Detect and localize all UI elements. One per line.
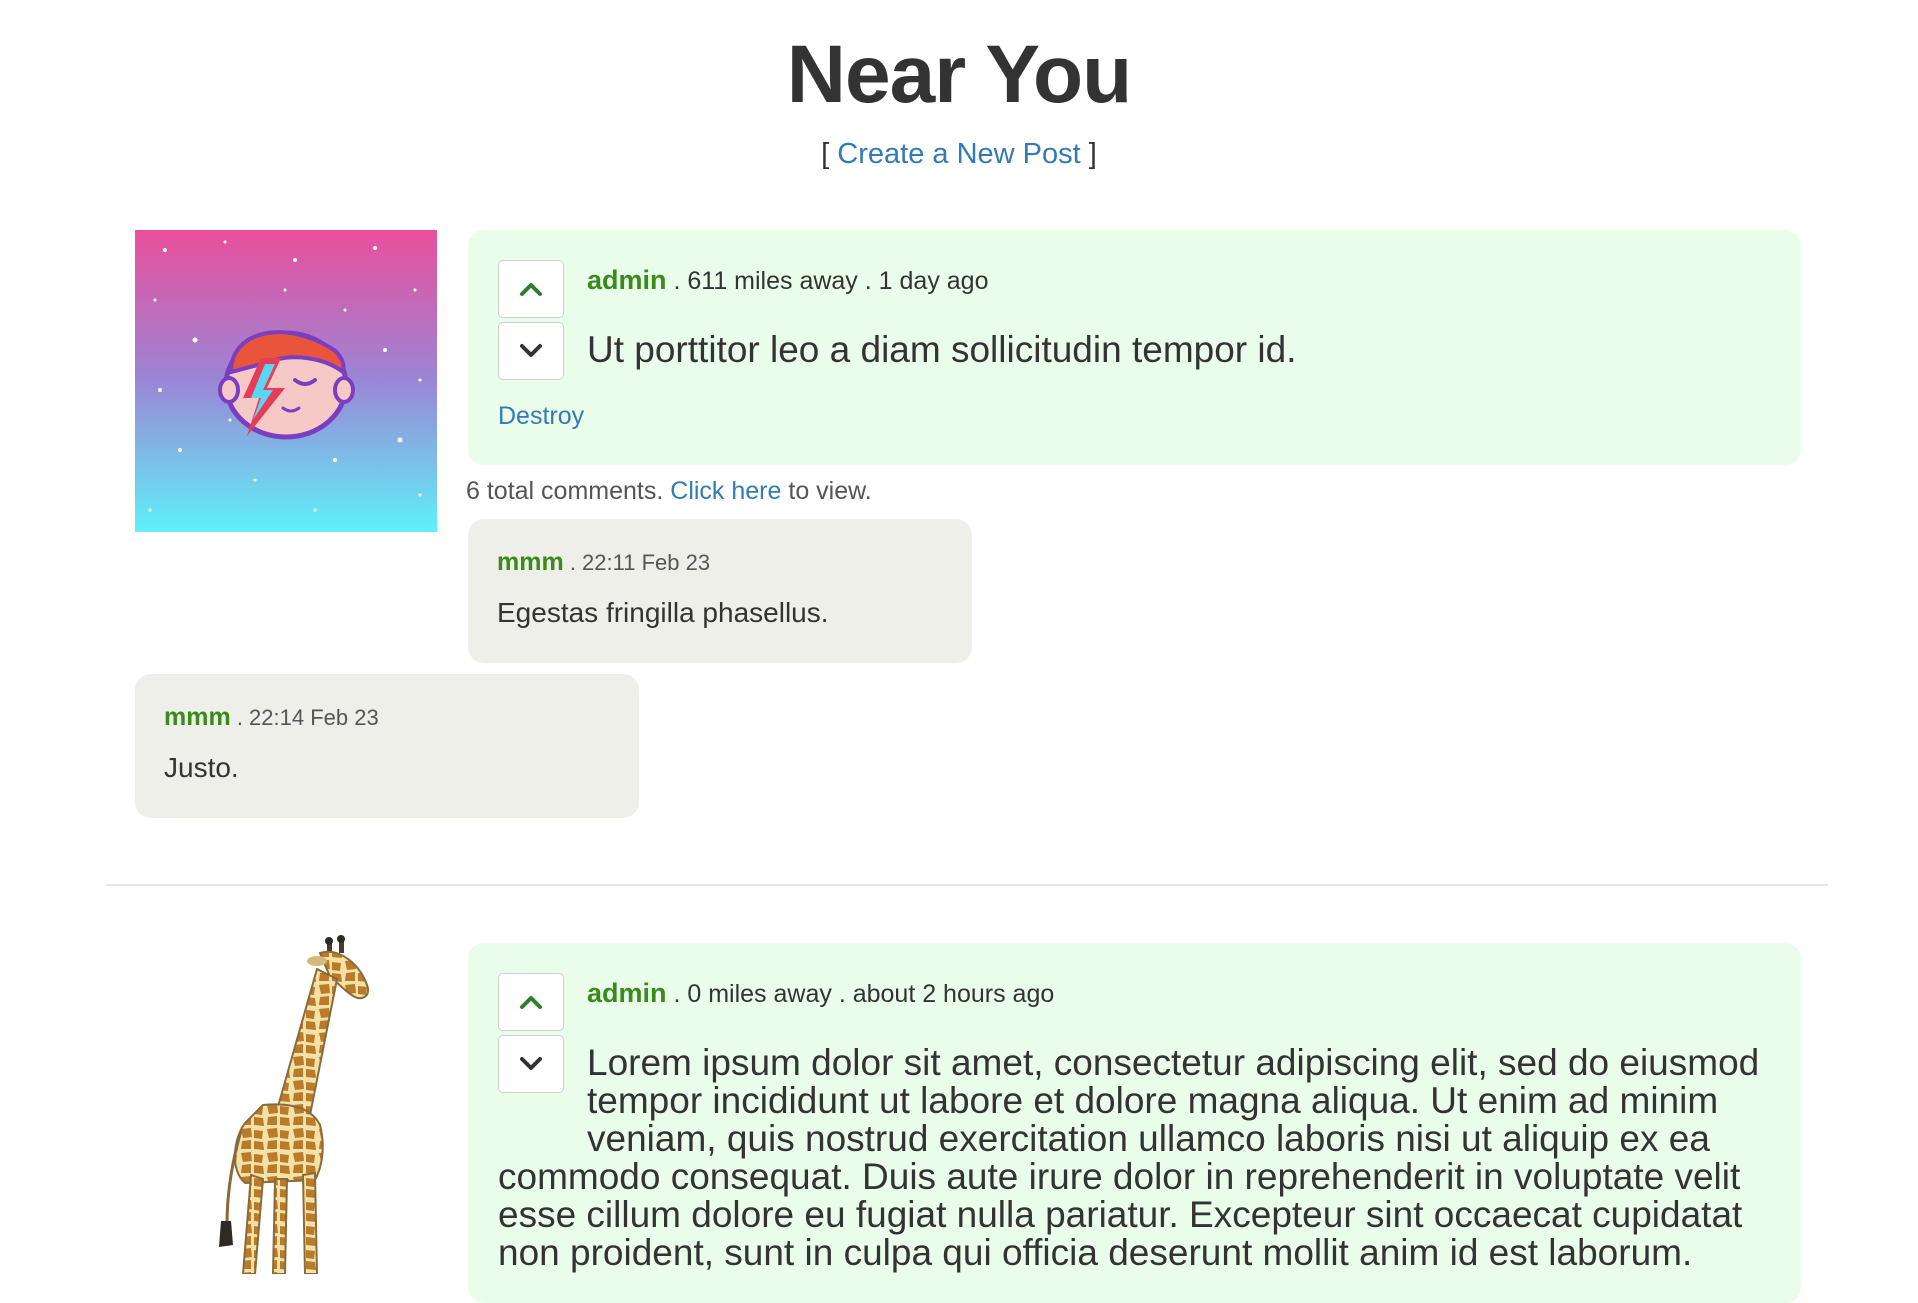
post-card: admin . 611 miles away . 1 day ago Ut po…	[468, 230, 1801, 465]
post-distance: . 611 miles away	[673, 267, 858, 295]
create-bracket-close: ]	[1088, 138, 1097, 170]
create-post-line: [ Create a New Post ]	[0, 136, 1918, 172]
post-image	[135, 230, 437, 532]
comment-meta: mmm . 22:11 Feb 23	[497, 547, 710, 578]
post-body: Ut porttitor leo a diam sollicitudin tem…	[587, 329, 1297, 370]
post-meta: admin . 0 miles away . about 2 hours ago	[587, 977, 1054, 1010]
view-comments-link[interactable]: Click here	[670, 477, 781, 505]
post-card: admin . 0 miles away . about 2 hours ago…	[468, 943, 1801, 1303]
downvote-button[interactable]	[498, 322, 564, 380]
comments-count: 6 total comments.	[466, 477, 664, 505]
comment-text: Egestas fringilla phasellus.	[497, 597, 829, 628]
post-author-link[interactable]: admin	[587, 265, 667, 295]
giraffe-image	[219, 935, 369, 1274]
post-meta: admin . 611 miles away . 1 day ago	[587, 264, 988, 297]
upvote-button[interactable]	[498, 260, 564, 318]
comment-author-link[interactable]: mmm	[497, 548, 564, 576]
page-title: Near You	[786, 29, 1132, 120]
post-distance: . 0 miles away	[673, 980, 832, 1008]
comment-card: mmm . 22:14 Feb 23 Justo.	[135, 674, 639, 818]
comment-time: . 22:11 Feb 23	[569, 550, 711, 575]
create-post-link[interactable]: Create a New Post	[837, 138, 1080, 170]
comments-suffix: to view.	[788, 477, 872, 505]
post-divider	[106, 884, 1828, 886]
post-time: . about 2 hours ago	[838, 980, 1055, 1008]
create-bracket-open: [	[821, 138, 830, 170]
comments-summary: 6 total comments. Click here to view.	[466, 475, 872, 507]
chevron-up-icon	[520, 996, 542, 1009]
post-body-text: Lorem ipsum dolor sit amet, consectetur …	[498, 1042, 1760, 1273]
destroy-link[interactable]: Destroy	[498, 400, 584, 432]
upvote-button[interactable]	[498, 973, 564, 1031]
post-author-link[interactable]: admin	[587, 978, 667, 1008]
comment-author-link[interactable]: mmm	[164, 703, 231, 731]
comment-meta: mmm . 22:14 Feb 23	[164, 702, 379, 733]
post-body: Lorem ipsum dolor sit amet, consectetur …	[498, 1044, 1778, 1272]
chevron-down-icon	[520, 344, 542, 357]
comment-time: . 22:14 Feb 23	[236, 705, 379, 730]
avatar-lightning-face-image	[135, 230, 437, 532]
comment-text: Justo.	[164, 752, 239, 783]
chevron-up-icon	[520, 283, 542, 296]
comment-card: mmm . 22:11 Feb 23 Egestas fringilla pha…	[468, 519, 972, 663]
post-time: . 1 day ago	[864, 267, 989, 295]
body-float-spacer	[498, 1044, 587, 1122]
post-image	[135, 935, 437, 1274]
